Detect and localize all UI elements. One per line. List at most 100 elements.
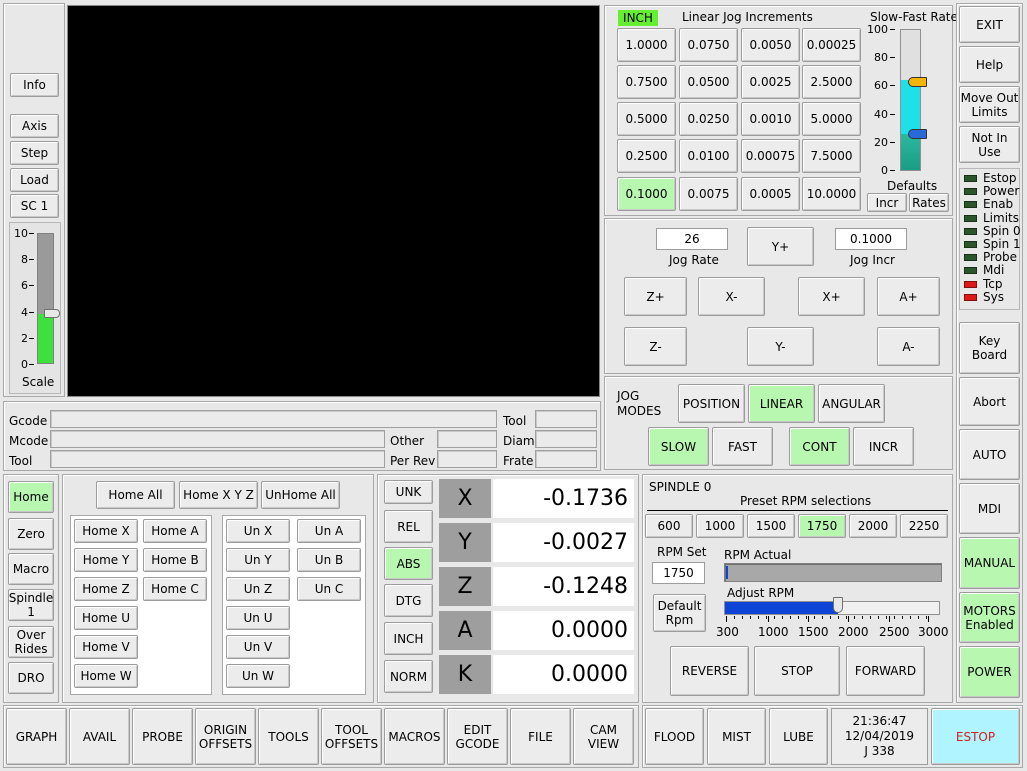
spindle-stop-button[interactable]: STOP [754,646,840,696]
dro-mode-inch-button[interactable]: INCH [384,622,433,655]
tab-graph-button[interactable]: GRAPH [6,708,67,765]
dro-mode-norm-button[interactable]: NORM [384,660,433,693]
jog-increment-button[interactable]: 0.2500 [617,139,676,173]
adjust-rpm-handle[interactable] [833,597,844,613]
jog-incr-value[interactable]: 0.1000 [835,228,907,250]
home-axis-button[interactable]: Home B [143,548,207,572]
jog-x-minus-button[interactable]: X- [698,277,765,316]
rpm-preset-button[interactable]: 600 [645,514,693,538]
unhome-axis-button[interactable]: Un A [297,519,361,543]
estop-button[interactable]: ESTOP [931,708,1020,765]
tab-origin-offsets-button[interactable]: ORIGIN OFFSETS [195,708,256,765]
tab-file-button[interactable]: FILE [510,708,571,765]
zero-page-button[interactable]: Zero [8,518,54,550]
dro-mode-abs-button[interactable]: ABS [384,547,433,580]
linear-mode-button[interactable]: LINEAR [748,384,815,423]
jog-increment-button[interactable]: 0.0005 [741,177,800,211]
rate-min-marker[interactable] [908,129,927,140]
home-axis-button[interactable]: Home A [143,519,207,543]
load-button[interactable]: Load [10,168,59,192]
exit-button[interactable]: EXIT [959,6,1020,43]
step-button[interactable]: Step [10,141,59,165]
lube-button[interactable]: LUBE [769,708,828,765]
jog-increment-button[interactable]: 0.0010 [741,102,800,136]
spindle-page-button[interactable]: Spindle 1 [8,589,54,621]
toolpath-graphics-view[interactable] [67,5,600,397]
home-axis-button[interactable]: Home U [74,606,138,630]
scale-slider-handle[interactable] [44,309,60,319]
rpm-preset-button[interactable]: 1750 [798,514,846,538]
auto-mode-button[interactable]: AUTO [959,429,1020,480]
axis-button[interactable]: Axis [10,114,59,138]
default-rpm-button[interactable]: Default Rpm [653,594,706,632]
jog-increment-button[interactable]: 0.7500 [617,65,676,99]
unhome-axis-button[interactable]: Un V [226,635,290,659]
incremental-mode-button[interactable]: INCR [853,427,914,466]
jog-increment-button[interactable]: 1.0000 [617,28,676,62]
manual-mode-button[interactable]: MANUAL [959,537,1020,589]
unhome-all-button[interactable]: UnHome All [261,481,340,509]
tab-tool-offsets-button[interactable]: TOOL OFFSETS [321,708,382,765]
jog-increment-button[interactable]: 0.1000 [617,177,676,211]
unhome-axis-button[interactable]: Un B [297,548,361,572]
fast-mode-button[interactable]: FAST [712,427,773,466]
continuous-mode-button[interactable]: CONT [789,427,850,466]
home-axis-button[interactable]: Home W [74,664,138,688]
dro-mode-dtg-button[interactable]: DTG [384,584,433,617]
jog-increment-button[interactable]: 0.0500 [679,65,738,99]
info-button[interactable]: Info [10,73,59,97]
abort-button[interactable]: Abort [959,377,1020,426]
tab-cam-view-button[interactable]: CAM VIEW [573,708,634,765]
unhome-axis-button[interactable]: Un Z [226,577,290,601]
unhome-axis-button[interactable]: Un W [226,664,290,688]
jog-y-plus-button[interactable]: Y+ [747,227,814,266]
tab-probe-button[interactable]: PROBE [132,708,193,765]
unhome-axis-button[interactable]: Un X [226,519,290,543]
tab-avail-button[interactable]: AVAIL [69,708,130,765]
spindle-reverse-button[interactable]: REVERSE [670,646,749,696]
rpm-preset-button[interactable]: 1000 [696,514,744,538]
jog-increment-button[interactable]: 0.0075 [679,177,738,211]
home-axis-button[interactable]: Home Z [74,577,138,601]
unhome-axis-button[interactable]: Un Y [226,548,290,572]
overrides-page-button[interactable]: Over Rides [8,626,54,658]
jog-increment-button[interactable]: 10.0000 [802,177,861,211]
unhome-axis-button[interactable]: Un U [226,606,290,630]
home-axis-button[interactable]: Home Y [74,548,138,572]
jog-increment-button[interactable]: 5.0000 [802,102,861,136]
rpm-set-value[interactable]: 1750 [652,562,705,584]
rate-slider-track[interactable] [900,29,921,171]
rpm-preset-button[interactable]: 2250 [900,514,948,538]
help-button[interactable]: Help [959,46,1020,83]
jog-increment-button[interactable]: 0.0100 [679,139,738,173]
not-in-use-button[interactable]: Not In Use [959,126,1020,163]
home-xyz-button[interactable]: Home X Y Z [179,481,258,509]
default-incr-button[interactable]: Incr [867,193,907,212]
default-rates-button[interactable]: Rates [909,193,949,212]
jog-z-minus-button[interactable]: Z- [624,327,687,366]
dro-mode-unk-button[interactable]: UNK [384,480,433,504]
spindle-forward-button[interactable]: FORWARD [846,646,925,696]
keyboard-button[interactable]: Key Board [959,322,1020,374]
jog-increment-button[interactable]: 0.0050 [741,28,800,62]
rate-max-marker[interactable] [908,76,927,87]
dro-page-button[interactable]: DRO [8,662,54,694]
jog-increment-button[interactable]: 0.0750 [679,28,738,62]
sc1-button[interactable]: SC 1 [10,194,59,218]
jog-increment-button[interactable]: 7.5000 [802,139,861,173]
jog-z-plus-button[interactable]: Z+ [624,277,687,316]
macro-page-button[interactable]: Macro [8,553,54,585]
jog-increment-button[interactable]: 0.00075 [741,139,800,173]
tab-macros-button[interactable]: MACROS [384,708,445,765]
home-axis-button[interactable]: Home V [74,635,138,659]
home-axis-button[interactable]: Home C [143,577,207,601]
power-button[interactable]: POWER [959,646,1020,698]
jog-increment-button[interactable]: 2.5000 [802,65,861,99]
flood-button[interactable]: FLOOD [645,708,704,765]
motors-enabled-button[interactable]: MOTORS Enabled [959,592,1020,643]
position-mode-button[interactable]: POSITION [678,384,745,423]
jog-increment-button[interactable]: 0.0025 [741,65,800,99]
angular-mode-button[interactable]: ANGULAR [818,384,885,423]
home-page-button[interactable]: Home [8,481,54,513]
home-axis-button[interactable]: Home X [74,519,138,543]
